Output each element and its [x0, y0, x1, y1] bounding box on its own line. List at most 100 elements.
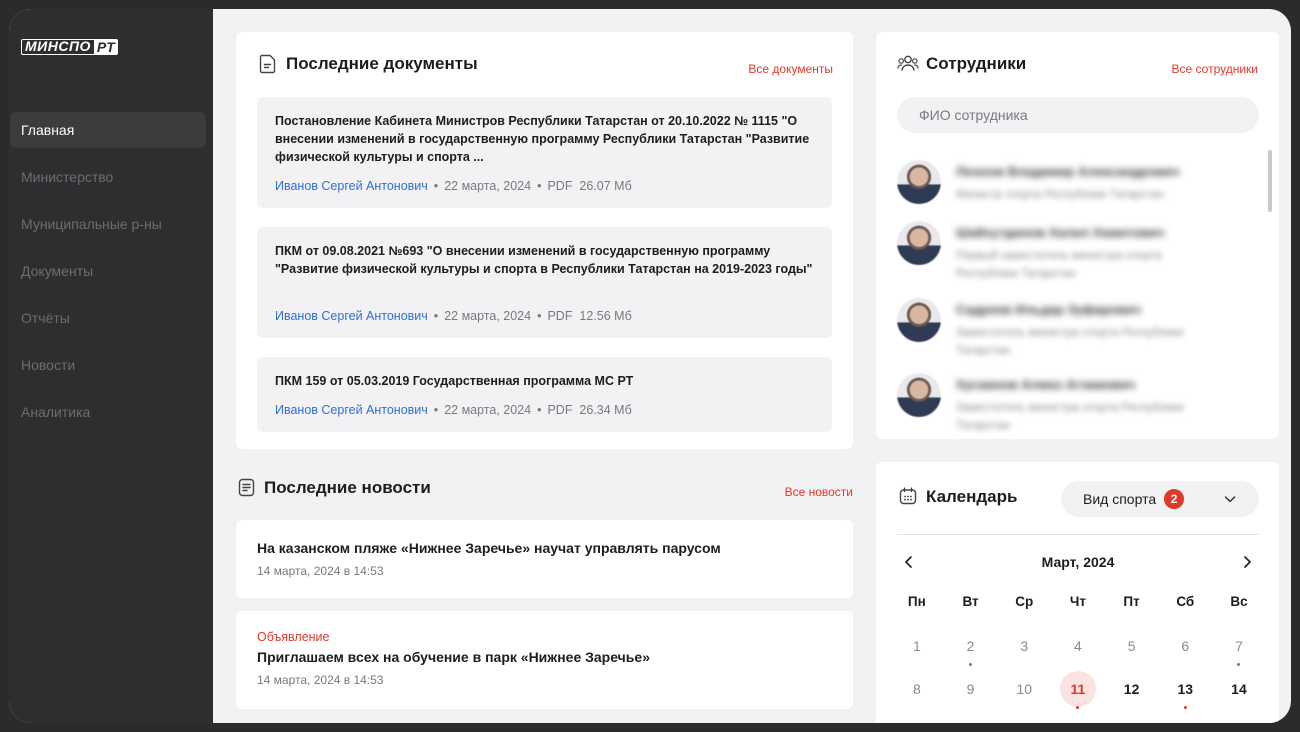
avatar	[897, 221, 941, 265]
calendar-day[interactable]: 7	[1212, 628, 1266, 666]
all-news-link[interactable]: Все новости	[785, 485, 853, 499]
document-author-link[interactable]: Иванов Сергей Антонович	[275, 309, 428, 323]
news-item[interactable]: На казанском пляже «Нижнее Заречье» науч…	[236, 520, 853, 598]
weekday-label: Вс	[1230, 594, 1248, 609]
calendar-day-number: 2	[966, 638, 975, 654]
event-dot-indicator	[1076, 706, 1080, 709]
sidebar-item-reports[interactable]: Отчёты	[10, 300, 206, 336]
document-author-link[interactable]: Иванов Сергей Антонович	[275, 403, 428, 417]
calendar-day-number: 4	[1074, 638, 1082, 654]
sport-type-select[interactable]: Вид спорта 2	[1061, 481, 1259, 517]
filter-count-badge: 2	[1164, 489, 1185, 509]
all-employees-link[interactable]: Все сотрудники	[1172, 62, 1258, 76]
calendar-title: Календарь	[926, 487, 1018, 506]
news-item[interactable]: Объявление Приглашаем всех на обучение в…	[236, 611, 853, 709]
document-item[interactable]: Постановление Кабинета Министров Республ…	[257, 97, 832, 208]
sidebar-item-documents[interactable]: Документы	[10, 253, 206, 289]
calendar-day[interactable]: 4	[1051, 628, 1105, 664]
brand-logo-part2: РТ	[93, 39, 119, 55]
sidebar-item-districts[interactable]: Муниципальные р-ны	[10, 206, 206, 242]
event-dot-indicator	[969, 663, 973, 666]
employee-name: Садреев Ильдар Зуфарович	[956, 302, 1141, 317]
document-icon	[259, 54, 276, 74]
sidebar-item-home[interactable]: Главная	[10, 112, 206, 148]
separator-dot: •	[537, 309, 542, 323]
calendar-day[interactable]: 14	[1212, 671, 1266, 707]
document-item[interactable]: ПКМ 159 от 05.03.2019 Государственная пр…	[257, 357, 832, 432]
separator-dot: •	[537, 179, 542, 193]
employee-item[interactable]: Шайхутдинов Халил Хамитович Первый замес…	[897, 221, 1227, 281]
brand-logo[interactable]: МИНСПО РТ	[21, 39, 119, 55]
calendar-day[interactable]: 2	[944, 628, 998, 666]
all-documents-link[interactable]: Все документы	[748, 62, 833, 76]
separator-dot: •	[433, 309, 439, 323]
calendar-day[interactable]: 8	[890, 671, 944, 707]
news-item-date: 14 марта, 2024 в 14:53	[257, 564, 384, 578]
employee-name: Хусаинов Алмаз Агзамович	[956, 377, 1136, 392]
calendar-day[interactable]: 9	[944, 671, 998, 707]
calendar-day[interactable]: 12	[1105, 671, 1159, 707]
calendar-day[interactable]: 6	[1158, 628, 1212, 664]
employee-item[interactable]: Хусаинов Алмаз Агзамович Заместитель мин…	[897, 373, 1227, 433]
app-window: МИНСПО РТ Главная Министерство Муниципаль…	[9, 9, 1291, 723]
weekday-label: Ср	[1015, 594, 1034, 609]
news-header: Последние новости Все новости	[236, 472, 853, 502]
calendar-day[interactable]: 5	[1105, 628, 1159, 664]
calendar-day[interactable]: 10	[997, 671, 1051, 707]
calendar-day-number: 12	[1123, 681, 1140, 697]
event-dot-indicator	[1183, 706, 1187, 709]
document-format: PDF	[547, 309, 573, 323]
employee-search-input[interactable]	[897, 97, 1259, 133]
calendar-day[interactable]: 1	[890, 628, 944, 664]
employee-role: Заместитель министра спорта Республики Т…	[956, 402, 1184, 432]
calendar-day-today[interactable]: 11	[1051, 671, 1105, 709]
next-month-button[interactable]	[1235, 550, 1259, 574]
documents-card: Последние документы Все документы Постан…	[236, 32, 853, 449]
document-item[interactable]: ПКМ от 09.08.2021 №693 "О внесении измен…	[257, 227, 832, 338]
weekday-label: Сб	[1176, 594, 1195, 609]
calendar-day-number: 9	[966, 681, 975, 697]
calendar-day[interactable]: 3	[997, 628, 1051, 664]
weekday-label: Вт	[962, 594, 979, 609]
document-date: 22 марта, 2024	[444, 403, 532, 417]
document-format: PDF	[547, 403, 573, 417]
employee-name: Шайхутдинов Халил Хамитович	[956, 225, 1165, 240]
calendar-day-number: 5	[1127, 638, 1136, 654]
calendar-week: 1 2 3 4 5 6 7	[890, 628, 1266, 666]
sidebar-item-ministry[interactable]: Министерство	[10, 159, 206, 195]
sidebar-item-analytics[interactable]: Аналитика	[10, 394, 206, 430]
document-author-link[interactable]: Иванов Сергей Антонович	[275, 179, 428, 193]
weekday-label: Пн	[907, 594, 926, 609]
document-size: 12.56 Мб	[579, 309, 632, 323]
employees-card: Сотрудники Все сотрудники Леонов Владими…	[876, 32, 1279, 439]
calendar-day-number: 14	[1231, 681, 1247, 697]
document-title: ПКМ 159 от 05.03.2019 Государственная пр…	[275, 374, 634, 388]
employee-role: Министр спорта Республики Татарстан	[956, 189, 1165, 201]
chevron-down-icon	[1224, 496, 1236, 503]
news-item-title: Приглашаем всех на обучение в парк «Нижн…	[257, 649, 650, 665]
avatar	[897, 373, 941, 417]
calendar-day[interactable]: 13	[1158, 671, 1212, 709]
calendar-day-number: 3	[1020, 638, 1029, 654]
sidebar-item-news[interactable]: Новости	[10, 347, 206, 383]
calendar-day-number: 8	[912, 681, 921, 697]
sidebar: МИНСПО РТ Главная Министерство Муниципаль…	[9, 9, 213, 723]
month-navigation: Март, 2024	[897, 550, 1259, 574]
calendar-day-number: 10	[1016, 681, 1032, 697]
employee-role: Заместитель министра спорта Республики Т…	[956, 327, 1184, 357]
document-meta: Иванов Сергей Антонович • 22 марта, 2024 • P…	[275, 179, 632, 193]
avatar	[897, 160, 941, 204]
month-label: Март, 2024	[1041, 554, 1115, 570]
document-size: 26.34 Мб	[579, 403, 632, 417]
main-content: Последние документы Все документы Постан…	[213, 9, 1291, 723]
sidebar-nav: Главная Министерство Муниципальные р-ны …	[10, 112, 206, 441]
separator-dot: •	[433, 179, 439, 193]
event-dot-indicator	[1237, 663, 1241, 666]
employee-item[interactable]: Леонов Владимир Александрович Министр сп…	[897, 160, 1227, 220]
employee-role: Первый заместитель министра спорта Респу…	[956, 250, 1162, 280]
employee-item[interactable]: Садреев Ильдар Зуфарович Заместитель мин…	[897, 298, 1227, 358]
users-icon	[897, 55, 919, 71]
calendar-day-number: 11	[1059, 671, 1096, 707]
employees-scrollbar[interactable]	[1268, 150, 1272, 212]
document-date: 22 марта, 2024	[444, 179, 532, 193]
